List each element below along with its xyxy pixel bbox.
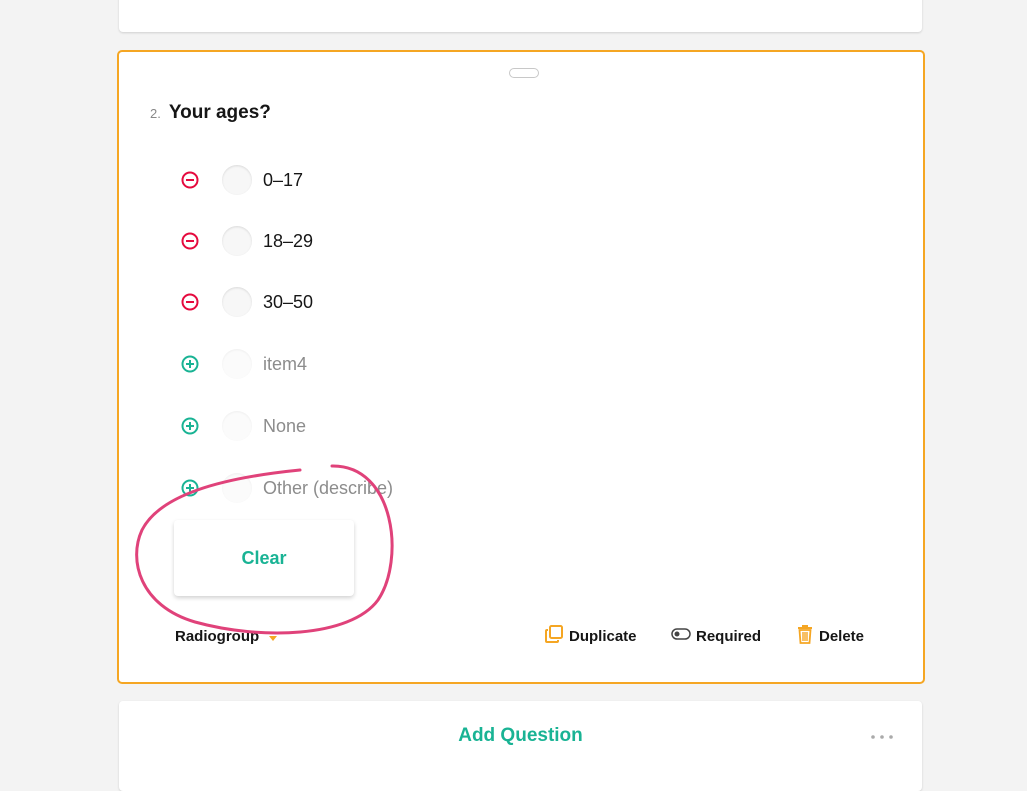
toggle-icon [671, 627, 691, 645]
duplicate-label: Duplicate [569, 627, 637, 645]
choice-label[interactable]: item4 [263, 354, 307, 375]
choice-item: None [181, 409, 306, 443]
required-toggle[interactable]: Required [671, 624, 761, 648]
radio-button[interactable] [222, 349, 252, 379]
minus-circle-icon[interactable] [181, 232, 199, 250]
choice-item: Other (describe) [181, 471, 393, 505]
previous-question-card [119, 0, 922, 32]
choice-label[interactable]: Other (describe) [263, 478, 393, 499]
duplicate-button[interactable]: Duplicate [544, 624, 637, 648]
question-footer: Radiogroup Duplicate Required Delete [119, 624, 923, 648]
radio-button[interactable] [222, 411, 252, 441]
question-title[interactable]: Your ages? [169, 102, 271, 124]
radio-button[interactable] [222, 473, 252, 503]
delete-label: Delete [819, 627, 865, 645]
choice-item: 30–50 [181, 285, 313, 319]
minus-circle-icon[interactable] [181, 293, 199, 311]
duplicate-icon [544, 624, 564, 648]
choice-item: 0–17 [181, 163, 303, 197]
trash-icon [796, 624, 814, 648]
choice-label[interactable]: 30–50 [263, 292, 313, 313]
question-title-row: 2. Your ages? [150, 102, 271, 124]
choice-item: item4 [181, 347, 307, 381]
question-type-dropdown[interactable]: Radiogroup [175, 628, 278, 645]
question-type-label: Radiogroup [175, 628, 260, 645]
choice-label[interactable]: None [263, 416, 306, 437]
question-number: 2. [150, 106, 161, 121]
chevron-down-icon [269, 635, 278, 641]
radio-button[interactable] [222, 287, 252, 317]
more-dots-icon[interactable] [867, 727, 897, 747]
radio-button[interactable] [222, 226, 252, 256]
required-label: Required [696, 627, 762, 645]
radio-button[interactable] [222, 165, 252, 195]
add-question-button[interactable]: Add Question [119, 725, 922, 751]
minus-circle-icon[interactable] [181, 171, 199, 189]
drag-handle[interactable] [509, 68, 539, 78]
plus-circle-icon[interactable] [181, 355, 199, 373]
choice-label[interactable]: 18–29 [263, 231, 313, 252]
clear-button[interactable]: Clear [174, 520, 354, 596]
choice-item: 18–29 [181, 224, 313, 258]
question-card[interactable]: 2. Your ages? 0–17 18–29 30–50 item4 Non… [117, 50, 925, 684]
plus-circle-icon[interactable] [181, 417, 199, 435]
plus-circle-icon[interactable] [181, 479, 199, 497]
delete-button[interactable]: Delete [796, 624, 864, 648]
add-question-card: Add Question [119, 701, 922, 791]
choice-label[interactable]: 0–17 [263, 170, 303, 191]
